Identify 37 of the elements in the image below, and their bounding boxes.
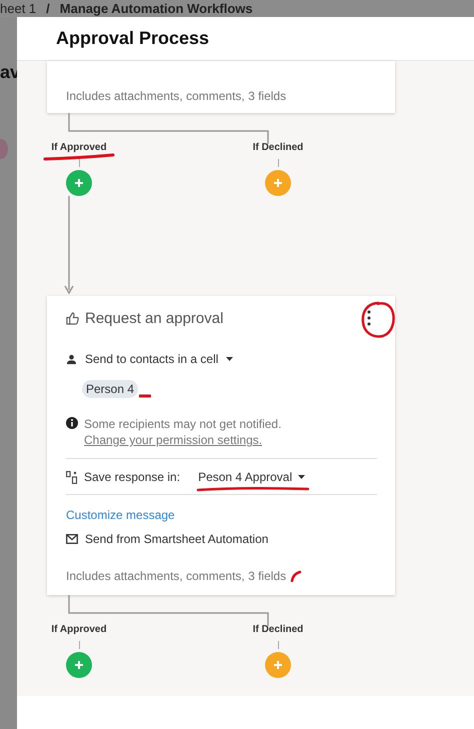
branch-label: If Declined — [252, 624, 304, 635]
breadcrumb-item[interactable]: heet 1 — [0, 1, 36, 16]
person-icon — [66, 354, 77, 364]
card-footer-text: Includes attachments, comments, 3 fields — [66, 89, 286, 103]
breadcrumb-separator: / — [46, 1, 50, 16]
caret-icon — [226, 356, 234, 362]
add-step-button[interactable] — [265, 170, 291, 196]
plus-icon — [273, 178, 283, 188]
caret-icon — [298, 474, 306, 480]
annotation-stroke — [139, 393, 152, 398]
thumbs-up-icon — [66, 312, 79, 324]
info-icon — [66, 417, 78, 429]
dialog-title: Approval Process — [56, 28, 210, 49]
branch-label: If Approved — [51, 624, 107, 635]
branch-label: If Declined — [252, 142, 304, 153]
permission-settings-link[interactable]: Change your permission settings. — [84, 433, 262, 447]
plus-icon — [273, 660, 283, 670]
plus-icon — [74, 660, 84, 670]
contact-chip: Person 4 — [82, 380, 138, 398]
card-title: Request an approval — [85, 310, 224, 326]
breadcrumb-item[interactable]: Manage Automation Workflows — [60, 1, 253, 16]
column-dropdown[interactable]: Peson 4 Approval — [198, 470, 306, 484]
columns-icon — [66, 470, 78, 484]
add-step-button[interactable] — [66, 652, 92, 678]
branch-label: If Approved — [51, 142, 107, 153]
annotation-stroke — [290, 570, 302, 582]
add-step-button[interactable] — [66, 170, 92, 196]
recipient-dropdown[interactable]: Send to contacts in a cell — [66, 352, 234, 366]
add-step-button[interactable] — [265, 652, 291, 678]
more-icon — [367, 310, 371, 326]
notice-text: Some recipients may not get notified. Change your permission settings. — [84, 416, 282, 448]
save-response-label: Save response in: — [84, 470, 180, 484]
envelope-icon — [66, 534, 78, 544]
plus-icon — [74, 178, 84, 188]
sender-text: Send from Smartsheet Automation — [85, 532, 268, 546]
customize-message-link[interactable]: Customize message — [66, 508, 175, 522]
card-footer-text: Includes attachments, comments, 3 fields — [66, 569, 286, 583]
